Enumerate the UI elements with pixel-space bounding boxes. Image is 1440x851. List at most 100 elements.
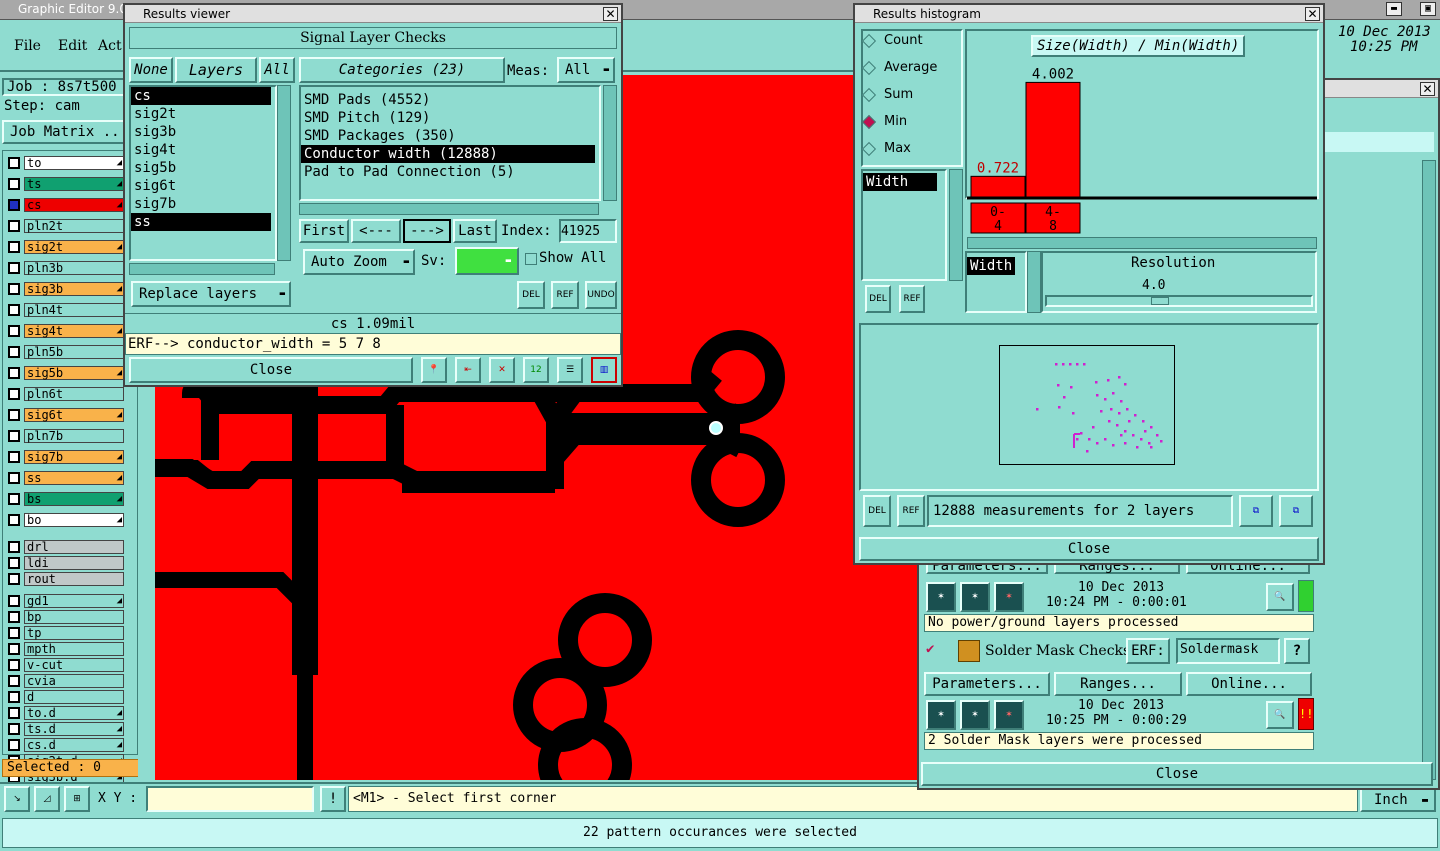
rv-layer-list[interactable]: cs sig2t sig3b sig4t sig5b sig6t sig7b ss xyxy=(129,85,277,261)
layer-checkbox[interactable] xyxy=(8,178,20,190)
rv-layer-scrollbar[interactable] xyxy=(277,85,291,261)
layer-checkbox[interactable] xyxy=(8,739,20,751)
soldermask-online-button[interactable]: Online... xyxy=(1186,672,1312,696)
hist-ref-icon[interactable]: REF xyxy=(899,285,925,313)
layer-name[interactable]: cs xyxy=(24,198,124,212)
erf-field[interactable]: Soldermask xyxy=(1176,638,1280,664)
alert-icon[interactable]: ! xyxy=(320,786,346,812)
layer-name[interactable]: drl xyxy=(24,540,124,554)
window-minimize-button[interactable]: ▬ xyxy=(1386,2,1402,16)
layer-row[interactable]: bp xyxy=(8,610,124,624)
layer-checkbox[interactable] xyxy=(8,643,20,655)
layer-checkbox[interactable] xyxy=(8,241,20,253)
rv-category-item[interactable]: SMD Packages (350) xyxy=(301,127,595,145)
layer-name[interactable]: to.d xyxy=(24,706,124,720)
layer-checkbox[interactable] xyxy=(8,409,20,421)
rv-tool-counter-icon[interactable]: 12 xyxy=(523,357,549,383)
layer-checkbox[interactable] xyxy=(8,595,20,607)
rv-layer-item[interactable]: sig4t xyxy=(131,141,271,159)
layer-name[interactable]: pln6t xyxy=(24,387,124,401)
layer-name[interactable]: to xyxy=(24,156,124,170)
layer-checkbox[interactable] xyxy=(8,611,20,623)
layer-row[interactable]: sig5b ◢ xyxy=(8,366,124,380)
rv-del-icon[interactable]: DEL xyxy=(517,281,545,309)
rv-category-hscroll[interactable] xyxy=(299,203,599,215)
layer-name[interactable]: sig2t xyxy=(24,240,124,254)
stop-check-icon[interactable]: ✶ xyxy=(994,582,1024,612)
hist-resolution-slider[interactable] xyxy=(1045,295,1313,307)
rv-tool-histogram-icon[interactable]: ▥ xyxy=(591,357,617,383)
run-check-alt-icon[interactable]: ✶ xyxy=(960,582,990,612)
hist-field-scrollbar[interactable] xyxy=(949,169,963,281)
layer-checkbox[interactable] xyxy=(8,723,20,735)
hist-res-scrollbar[interactable] xyxy=(1027,251,1041,313)
layer-name[interactable]: ss xyxy=(24,471,124,485)
hist-res-field-list[interactable]: Width xyxy=(965,251,1027,313)
hist-import-icon[interactable]: ⧉ xyxy=(1279,495,1313,527)
rv-layer-item[interactable]: sig6t xyxy=(131,177,271,195)
layer-row[interactable]: to.d ◢ xyxy=(8,706,124,720)
rv-all-button[interactable]: All xyxy=(259,57,295,83)
layer-checkbox[interactable] xyxy=(8,367,20,379)
rv-layer-item[interactable]: ss xyxy=(131,213,271,231)
rv-tool-export-icon[interactable]: ⇤ xyxy=(455,357,481,383)
layer-row[interactable]: sig3b ◢ xyxy=(8,282,124,296)
rv-layer-item[interactable]: sig2t xyxy=(131,105,271,123)
run-check-icon[interactable]: ✶ xyxy=(926,582,956,612)
hist-export-icon[interactable]: ⧉ xyxy=(1239,495,1273,527)
rv-autozoom-select[interactable]: Auto Zoom ▬ xyxy=(303,249,415,275)
layer-checkbox[interactable] xyxy=(8,325,20,337)
layer-checkbox[interactable] xyxy=(8,514,20,526)
hist-mode-min[interactable]: Min xyxy=(861,114,907,129)
hist-bar[interactable] xyxy=(970,175,1026,198)
rv-show-all-checkbox[interactable] xyxy=(525,253,537,265)
layer-row[interactable]: cs.d ◢ xyxy=(8,738,124,752)
layer-row[interactable]: sig2t ◢ xyxy=(8,240,124,254)
layer-checkbox[interactable] xyxy=(8,472,20,484)
layer-row[interactable]: pln6t xyxy=(8,387,124,401)
layer-row[interactable]: drl xyxy=(8,540,124,554)
rv-layer-item[interactable]: cs xyxy=(131,87,271,105)
layer-row[interactable]: bo ◢ xyxy=(8,513,124,527)
rv-ref-icon[interactable]: REF xyxy=(551,281,579,309)
rv-layer-item[interactable]: sig7b xyxy=(131,195,271,213)
hist-res-field-item[interactable]: Width xyxy=(967,257,1015,275)
layer-name[interactable]: tp xyxy=(24,626,124,640)
rv-replace-layers-select[interactable]: Replace layers ▬ xyxy=(131,281,291,307)
hist-field-item[interactable]: Width xyxy=(863,173,937,191)
hist-mode-count[interactable]: Count xyxy=(861,33,923,48)
layer-name[interactable]: cvia xyxy=(24,674,124,688)
layer-row[interactable]: sig4t ◢ xyxy=(8,324,124,338)
rv-tool-ref-icon[interactable]: ✕ xyxy=(489,357,515,383)
hist-mode-sum[interactable]: Sum xyxy=(861,87,913,102)
layer-name[interactable]: ts.d xyxy=(24,722,124,736)
layer-name[interactable]: pln3b xyxy=(24,261,124,275)
layer-name[interactable]: v-cut xyxy=(24,658,124,672)
select-tool-icon[interactable]: ↘ xyxy=(4,786,30,812)
layer-checkbox[interactable] xyxy=(8,573,20,585)
layer-row[interactable]: bs ◢ xyxy=(8,492,124,506)
hist-mode-max[interactable]: Max xyxy=(861,141,911,156)
hist-chart-hscroll[interactable] xyxy=(967,237,1317,249)
layer-row[interactable]: ldi xyxy=(8,556,124,570)
layer-row[interactable]: rout xyxy=(8,572,124,586)
run-soldermask-icon[interactable]: ✶ xyxy=(926,700,956,730)
rv-layer-hscroll[interactable] xyxy=(129,263,275,275)
layer-name[interactable]: d xyxy=(24,690,124,704)
layer-checkbox[interactable] xyxy=(8,659,20,671)
histogram-close-icon[interactable]: ✕ xyxy=(1305,7,1320,21)
layer-checkbox[interactable] xyxy=(8,346,20,358)
hist-bottom-ref-icon[interactable]: REF xyxy=(897,495,925,527)
layer-name[interactable]: gd1 xyxy=(24,594,124,608)
rv-layers-button[interactable]: Layers xyxy=(175,57,257,83)
layer-name[interactable]: pln7b xyxy=(24,429,124,443)
rv-tool-pin-icon[interactable]: 📍 xyxy=(421,357,447,383)
layer-row[interactable]: pln5b xyxy=(8,345,124,359)
rv-none-button[interactable]: None xyxy=(129,57,173,83)
layer-checkbox[interactable] xyxy=(8,157,20,169)
layer-name[interactable]: ldi xyxy=(24,556,124,570)
layer-name[interactable]: bo xyxy=(24,513,124,527)
layer-checkbox[interactable] xyxy=(8,493,20,505)
checks-scrollbar[interactable] xyxy=(1422,160,1436,780)
hist-bottom-del-icon[interactable]: DEL xyxy=(863,495,891,527)
